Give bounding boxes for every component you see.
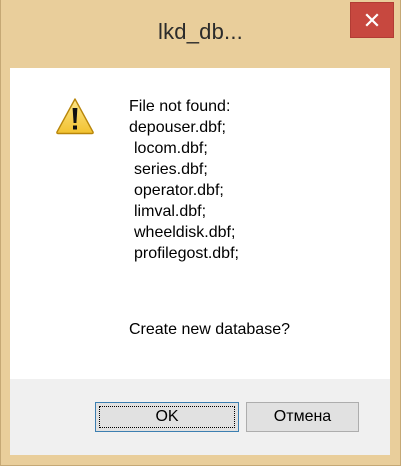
missing-file-item: operator.dbf; xyxy=(134,182,224,199)
cancel-button-label: Отмена xyxy=(273,408,332,425)
ok-button[interactable]: OK xyxy=(95,402,239,432)
confirm-question: Create new database? xyxy=(129,321,290,338)
window-title: lkd_db... xyxy=(158,19,243,44)
missing-file-item: depouser.dbf; xyxy=(129,119,226,136)
title-bar[interactable]: lkd_db... xyxy=(0,0,401,68)
message-header: File not found: xyxy=(129,98,231,115)
missing-file-item: wheeldisk.dbf; xyxy=(134,224,236,241)
missing-file-item: limval.dbf; xyxy=(134,203,207,220)
missing-file-item: locom.dbf; xyxy=(134,140,208,157)
missing-file-item: series.dbf; xyxy=(134,161,208,178)
ok-button-label: OK xyxy=(155,408,179,425)
warning-icon xyxy=(56,98,94,135)
close-icon xyxy=(365,13,379,27)
message-text: File not found: depouser.dbf; locom.dbf;… xyxy=(129,96,379,264)
missing-file-item: profilegost.dbf; xyxy=(134,245,239,262)
dialog-window: lkd_db... File not found: depouser.dbf; … xyxy=(0,0,401,466)
close-button[interactable] xyxy=(350,2,394,38)
cancel-button[interactable]: Отмена xyxy=(246,402,359,432)
